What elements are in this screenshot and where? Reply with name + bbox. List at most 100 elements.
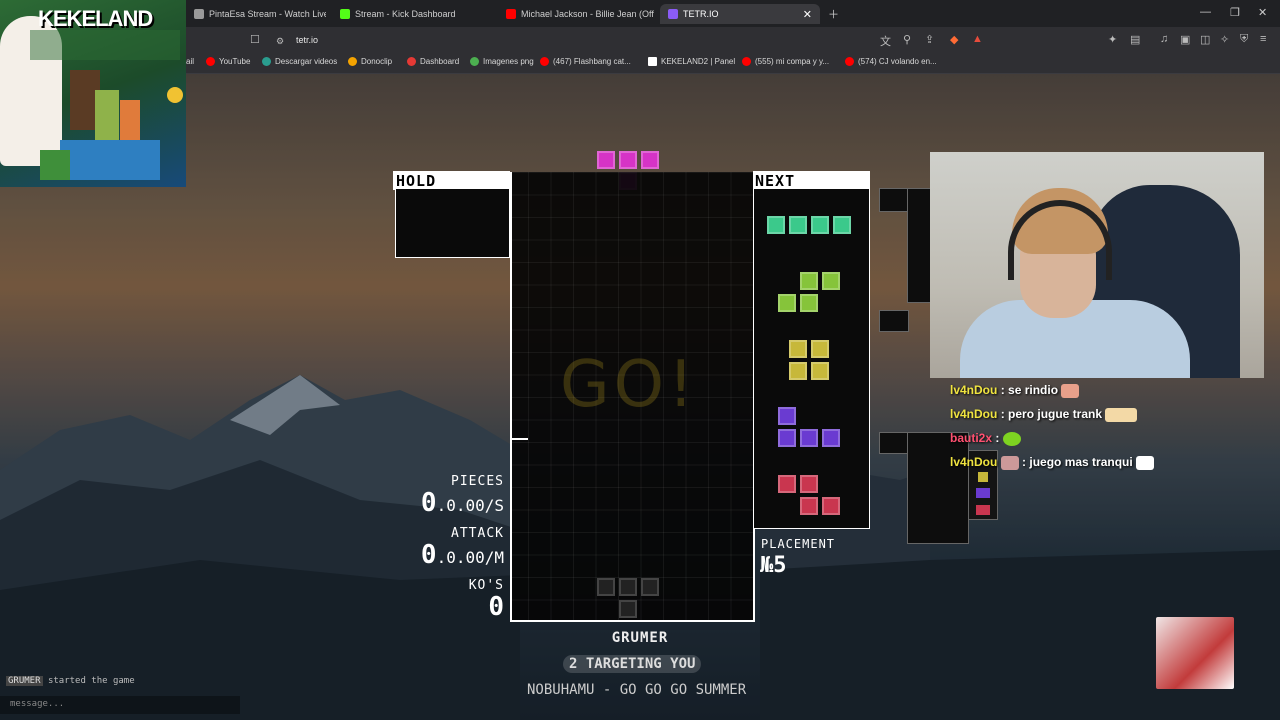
minecraft-art: [30, 30, 183, 180]
next-mino-z: [800, 497, 818, 515]
music-icon[interactable]: ♫: [1160, 33, 1168, 45]
emote-icon: [1061, 383, 1080, 398]
emote-icon: [1105, 407, 1138, 422]
player-name: GRUMER: [611, 630, 669, 646]
next-mino-j: [778, 429, 796, 447]
hold-box: [395, 189, 510, 258]
bookmark-icon[interactable]: ☐: [250, 33, 260, 46]
site-info-icon[interactable]: ⚙: [276, 36, 284, 47]
opponent-board: [879, 432, 909, 454]
sidebar-icon[interactable]: ▤: [1130, 33, 1140, 46]
panel-icon: [648, 57, 657, 66]
bookmark-dashboard[interactable]: Dashboard: [407, 57, 459, 66]
tab-pintaesa[interactable]: PintaEsa Stream - Watch Live on: [186, 4, 326, 24]
next-mino-s: [822, 272, 840, 290]
youtube-icon: [540, 57, 549, 66]
targeting-badge: 2 TARGETING YOU: [563, 655, 702, 673]
emote-icon: [1000, 455, 1019, 470]
bookmark-gmail[interactable]: ail: [186, 57, 194, 66]
ghost-mino: [597, 578, 615, 596]
ghost-mino: [619, 578, 637, 596]
attack-label: ATTACK: [451, 526, 504, 541]
bookmark-mi-compa[interactable]: (555) mi compa y y...: [742, 57, 829, 66]
donoclip-icon: [348, 57, 357, 66]
bookmark-cj-volando[interactable]: (574) CJ volando en...: [845, 57, 937, 66]
url-input[interactable]: tetr.io: [296, 35, 318, 45]
tab-youtube[interactable]: Michael Jackson - Billie Jean (Official: [498, 4, 654, 24]
chat-message: lv4nDou : pero jugue trank: [950, 407, 1138, 422]
mino-t: [619, 151, 637, 169]
share-icon[interactable]: ⇪: [925, 33, 934, 46]
youtube-icon: [206, 57, 215, 66]
minimize-icon[interactable]: —: [1200, 6, 1211, 18]
youtube-icon: [742, 57, 751, 66]
bookmark-descargar[interactable]: Descargar videos: [262, 57, 337, 66]
next-mino-s: [800, 294, 818, 312]
puzzle-icon[interactable]: ✦: [1108, 33, 1117, 46]
next-header: NEXT: [753, 171, 870, 190]
opponent-board: [879, 310, 909, 332]
emote-icon: [1002, 431, 1021, 446]
opponent-mino: [976, 505, 990, 515]
attack-value: 0.0.00/M: [420, 540, 504, 570]
brave-shield-icon[interactable]: ◆: [950, 33, 958, 46]
menu-icon[interactable]: ≡: [1260, 33, 1266, 45]
chat-message: lv4nDou : juego mas tranqui: [950, 455, 1155, 470]
go-text: GO!: [560, 348, 698, 422]
tetrio-icon: [668, 9, 678, 19]
kick-icon: [340, 9, 350, 19]
extension-icon[interactable]: ⚲: [903, 33, 911, 46]
bookmark-kekeland-panel[interactable]: KEKELAND2 | Panel: [648, 57, 735, 66]
youtube-icon: [506, 9, 516, 19]
images-icon: [470, 57, 479, 66]
next-mino-j: [778, 407, 796, 425]
bookmark-flashbang[interactable]: (467) Flashbang cat...: [540, 57, 631, 66]
mino-t: [641, 151, 659, 169]
reader-icon[interactable]: ▣: [1180, 33, 1190, 46]
download-icon: [262, 57, 271, 66]
chat-message: lv4nDou : se rindio: [950, 383, 1080, 398]
next-mino-o: [811, 362, 829, 380]
youtube-icon: [845, 57, 854, 66]
chat-input[interactable]: message...: [0, 696, 240, 714]
next-mino-i: [811, 216, 829, 234]
address-bar: [0, 27, 1280, 52]
pieces-label: PIECES: [451, 474, 504, 489]
close-window-icon[interactable]: ✕: [1258, 6, 1267, 19]
room-log-line: GRUMER started the game: [6, 676, 135, 686]
bookmark-imagenes[interactable]: Imagenes png: [470, 57, 534, 66]
vpn-icon[interactable]: ⛨: [1240, 33, 1248, 46]
tab-tetrio[interactable]: TETR.IO ✕: [660, 4, 820, 24]
rewards-icon[interactable]: ▲: [972, 33, 983, 45]
bookmark-youtube[interactable]: YouTube: [206, 57, 250, 66]
mino-t: [597, 151, 615, 169]
opponent-board: [907, 188, 932, 303]
next-mino-i: [767, 216, 785, 234]
translate-icon[interactable]: 文: [880, 33, 891, 49]
ghost-mino: [619, 600, 637, 618]
opponent-mino: [978, 472, 988, 482]
opponent-board: [879, 188, 909, 212]
chat-message: bauti2x :: [950, 431, 1021, 446]
opponent-mino: [976, 488, 990, 498]
maximize-icon[interactable]: ❐: [1230, 6, 1240, 19]
tab-kick-dashboard[interactable]: Stream - Kick Dashboard: [332, 4, 492, 24]
bookmark-donoclip[interactable]: Donoclip: [348, 57, 392, 66]
next-mino-o: [789, 340, 807, 358]
new-tab-icon[interactable]: ＋: [828, 6, 839, 22]
next-mino-i: [833, 216, 851, 234]
ai-icon[interactable]: ✧: [1220, 33, 1229, 46]
tab-favicon-icon: [194, 9, 204, 19]
placement-label: PLACEMENT: [761, 537, 836, 551]
next-mino-i: [789, 216, 807, 234]
streamer-logo: KEKELAND: [0, 0, 186, 187]
hold-header: HOLD: [393, 171, 510, 190]
next-mino-z: [778, 475, 796, 493]
emote-icon: [1136, 455, 1155, 470]
ghost-mino: [641, 578, 659, 596]
kos-label: KO'S: [468, 578, 504, 593]
wallet-icon[interactable]: ◫: [1200, 33, 1210, 46]
close-tab-icon[interactable]: ✕: [803, 8, 812, 21]
placement-value: №5: [760, 553, 787, 578]
pieces-value: 0.0.00/S: [420, 488, 504, 518]
